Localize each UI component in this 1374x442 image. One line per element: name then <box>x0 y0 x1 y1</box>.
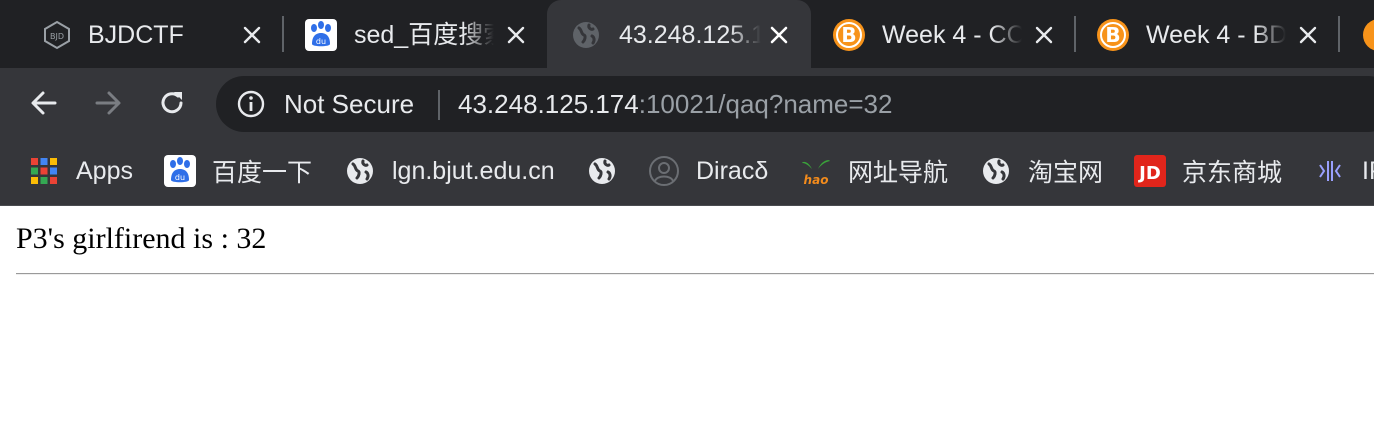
page-content: P3's girlfirend is : 32 <box>0 206 1374 442</box>
bookmark-lgn-bjut[interactable]: lgn.bjut.edu.cn <box>344 154 555 188</box>
bitcoin-b-icon: B <box>1096 18 1130 52</box>
svg-text:JD: JD <box>1137 163 1161 184</box>
security-status-label[interactable]: Not Secure <box>284 88 414 120</box>
tab-strip: BJD BJDCTF du sed_百度搜索 43.248.125.1 B We… <box>0 0 1374 68</box>
baidu-paw-icon: du <box>304 18 338 52</box>
apps-grid-icon <box>28 155 60 187</box>
bookmark-jd[interactable]: JD 京东商城 <box>1134 154 1282 188</box>
bookmark-label: lgn.bjut.edu.cn <box>392 156 555 185</box>
bookmark-label: 淘宝网 <box>1028 159 1104 187</box>
bookmark-label: 百度一下 <box>212 159 313 187</box>
close-icon[interactable] <box>502 21 530 49</box>
browser-toolbar: Not Secure 43.248.125.174:10021/qaq?name… <box>0 68 1374 138</box>
close-icon[interactable] <box>1294 21 1322 49</box>
user-circle-icon <box>648 155 680 187</box>
tab-partial[interactable] <box>1340 0 1374 68</box>
close-icon[interactable] <box>238 21 266 49</box>
url-host: 43.248.125.174 <box>458 89 639 119</box>
bookmark-taobao[interactable]: 淘宝网 <box>980 154 1103 188</box>
bookmark-label: IP <box>1362 156 1374 185</box>
tab-week4-cc[interactable]: B Week 4 - CC <box>812 0 1074 68</box>
page-text: P3's girlfirend is : 32 <box>16 222 267 255</box>
bookmark-ip[interactable]: IP <box>1314 154 1374 188</box>
svg-text:du: du <box>175 173 185 182</box>
svg-text:BJD: BJD <box>50 32 64 41</box>
omnibox-divider <box>438 90 440 120</box>
url-path: :10021/qaq?name=32 <box>638 89 893 119</box>
tab-title: 43.248.125.174 <box>619 21 761 49</box>
hao-icon: hao <box>800 155 832 187</box>
tab-current-page[interactable]: 43.248.125.174 <box>547 0 811 68</box>
bookmark-baidu[interactable]: du 百度一下 <box>164 154 312 188</box>
url-text[interactable]: 43.248.125.174:10021/qaq?name=32 <box>458 88 892 120</box>
horizontal-rule <box>16 273 1374 275</box>
bitcoin-b-icon <box>1362 18 1374 52</box>
close-icon[interactable] <box>765 21 793 49</box>
bjdctf-logo-icon: BJD <box>40 18 74 52</box>
bookmark-label: 京东商城 <box>1182 159 1283 187</box>
bookmark-hao123[interactable]: hao 网址导航 <box>800 154 948 188</box>
bookmark-untitled[interactable] <box>586 154 618 188</box>
ip-icon <box>1314 155 1346 187</box>
jd-icon: JD <box>1134 155 1166 187</box>
bookmark-label: Apps <box>76 156 133 185</box>
forward-arrow-icon[interactable] <box>90 85 126 121</box>
globe-icon <box>344 155 376 187</box>
close-icon[interactable] <box>1030 21 1058 49</box>
tab-title: Week 4 - BD <box>1146 21 1286 49</box>
svg-text:hao: hao <box>804 173 829 187</box>
tab-week4-bd[interactable]: B Week 4 - BD <box>1076 0 1338 68</box>
bookmark-label: 网址导航 <box>848 159 949 187</box>
tab-title: sed_百度搜索 <box>354 21 494 49</box>
tab-title: BJDCTF <box>88 21 184 49</box>
back-arrow-icon[interactable] <box>26 85 62 121</box>
bookmark-label: Diracδ <box>696 156 769 185</box>
bitcoin-b-icon: B <box>832 18 866 52</box>
bookmark-dirac[interactable]: Diracδ <box>648 154 768 188</box>
tab-title: Week 4 - CC <box>882 21 1022 49</box>
svg-text:B: B <box>841 23 856 47</box>
tab-baidu-search[interactable]: du sed_百度搜索 <box>284 0 546 68</box>
address-bar[interactable]: Not Secure 43.248.125.174:10021/qaq?name… <box>216 76 1374 132</box>
globe-icon <box>980 155 1012 187</box>
baidu-paw-icon: du <box>164 155 196 187</box>
info-icon[interactable] <box>236 89 266 119</box>
svg-text:B: B <box>1105 23 1120 47</box>
bookmark-apps[interactable]: Apps <box>28 154 133 188</box>
reload-icon[interactable] <box>154 85 190 121</box>
globe-icon <box>569 18 603 52</box>
globe-icon <box>586 155 618 187</box>
bookmarks-bar: Apps du 百度一下 lgn.bjut.edu.cn Diracδ hao … <box>0 138 1374 206</box>
tab-bjdctf[interactable]: BJD BJDCTF <box>0 0 282 68</box>
svg-text:du: du <box>316 37 326 46</box>
